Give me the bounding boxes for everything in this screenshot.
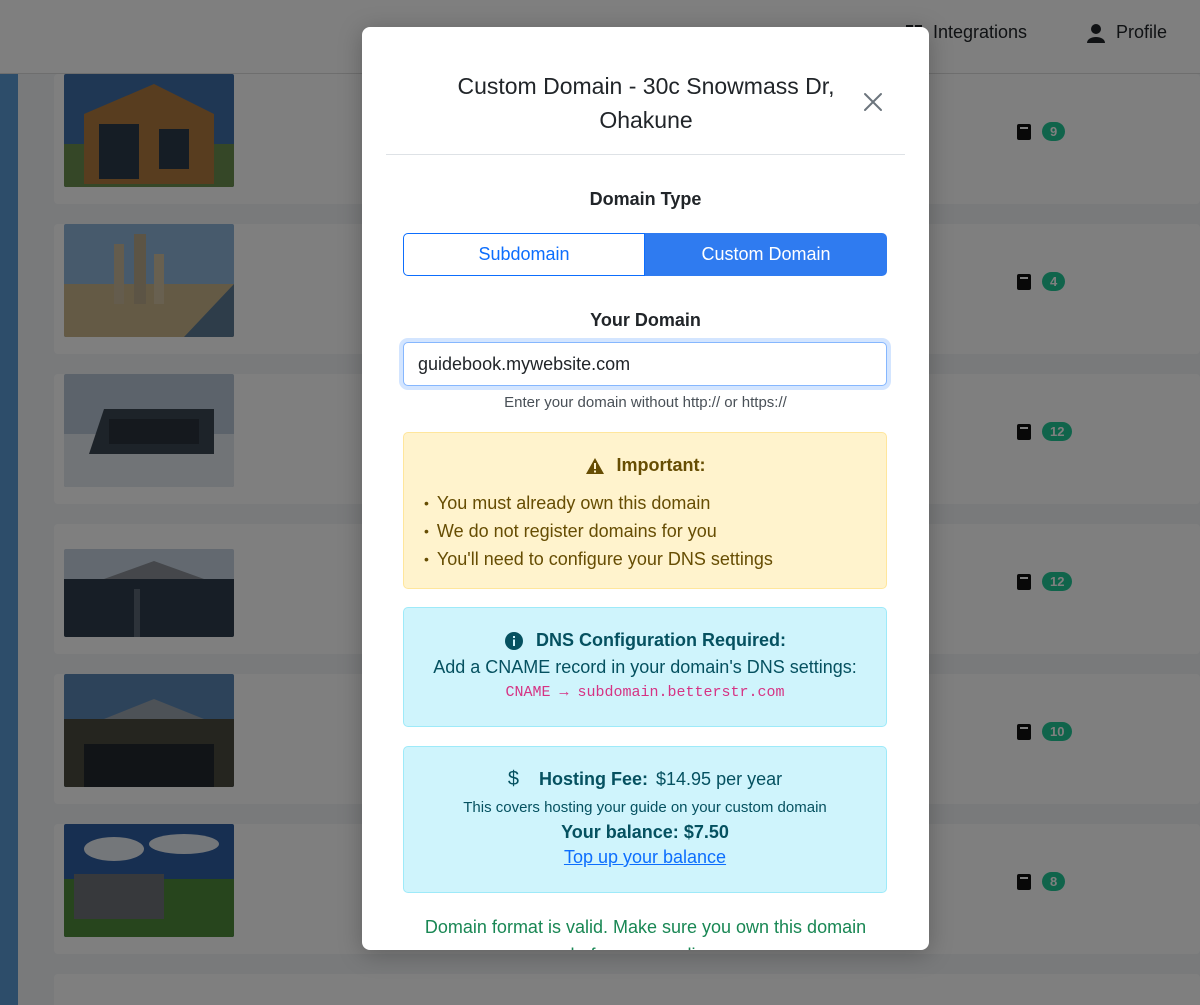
domain-type-toggle: Subdomain Custom Domain (403, 233, 887, 276)
hosting-fee-line: $ Hosting Fee: $14.95 per year (404, 768, 886, 791)
your-domain-label: Your Domain (590, 310, 701, 330)
dns-alert: DNS Configuration Required: Add a CNAME … (403, 607, 887, 727)
domain-help-text: Enter your domain without http:// or htt… (504, 394, 787, 411)
list-item: We do not register domains for you (424, 518, 886, 546)
list-item: You must already own this domain (424, 490, 886, 518)
list-item: You'll need to configure your DNS settin… (424, 546, 886, 574)
important-list: You must already own this domain We do n… (404, 490, 886, 574)
close-button[interactable] (860, 89, 886, 115)
hosting-description: This covers hosting your guide on your c… (463, 799, 827, 816)
modal-header: Custom Domain - 30c Snowmass Dr, Ohakune (386, 27, 905, 155)
hosting-fee-value: $14.95 per year (656, 769, 783, 789)
warning-triangle-icon (585, 457, 604, 474)
info-circle-icon (505, 631, 523, 650)
dns-heading-text: DNS Configuration Required: (536, 630, 786, 650)
custom-domain-modal: Custom Domain - 30c Snowmass Dr, Ohakune… (362, 27, 929, 950)
balance-line: Your balance: $7.50 (404, 822, 886, 843)
cname-record: CNAME → subdomain.betterstr.com (505, 684, 785, 701)
custom-domain-toggle-button[interactable]: Custom Domain (645, 233, 887, 276)
dollar-icon: $ (507, 768, 519, 790)
hosting-fee-alert: $ Hosting Fee: $14.95 per year This cove… (403, 746, 887, 893)
domain-input[interactable] (403, 342, 887, 386)
modal-title: Custom Domain - 30c Snowmass Dr, Ohakune (457, 73, 835, 133)
dns-heading: DNS Configuration Required: (404, 630, 886, 651)
important-heading-text: Important: (616, 455, 706, 475)
subdomain-toggle-button[interactable]: Subdomain (403, 233, 645, 276)
important-alert: Important: You must already own this dom… (403, 432, 887, 589)
validation-message: Domain format is valid. Make sure you ow… (424, 917, 867, 950)
important-heading: Important: (404, 455, 886, 476)
domain-type-label: Domain Type (589, 189, 702, 209)
balance-value: $7.50 (683, 822, 729, 842)
close-icon (864, 93, 882, 111)
dns-instruction: Add a CNAME record in your domain's DNS … (433, 657, 857, 677)
top-up-link[interactable]: Top up your balance (564, 847, 726, 868)
hosting-fee-label: Hosting Fee: (539, 769, 649, 789)
balance-label: Your balance: (561, 822, 679, 842)
